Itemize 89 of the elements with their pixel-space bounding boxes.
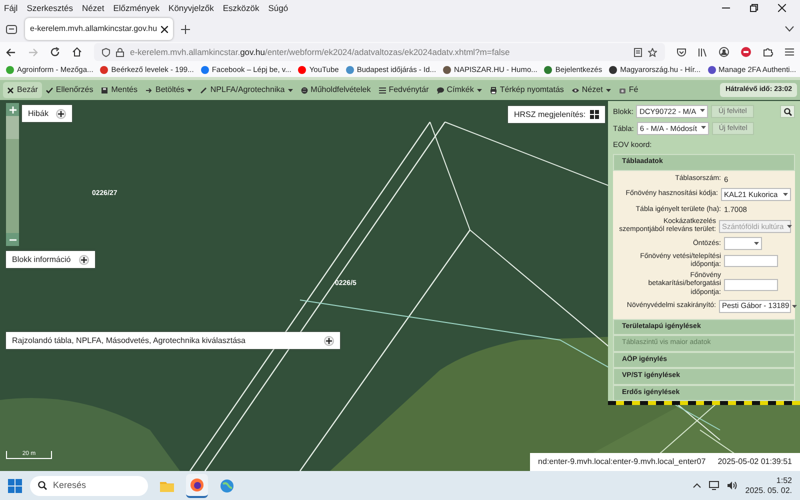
plus-icon[interactable] bbox=[80, 256, 87, 262]
toolbar-button[interactable]: NPLFA/Agrotechnika bbox=[196, 82, 297, 98]
windows-logo-icon[interactable] bbox=[8, 478, 22, 492]
toolbar-button[interactable]: Betöltés bbox=[142, 82, 196, 98]
toolbar-button[interactable]: Fé bbox=[614, 82, 642, 98]
restore-icon[interactable] bbox=[750, 4, 758, 12]
zoom-slider[interactable] bbox=[6, 103, 19, 246]
input-field[interactable] bbox=[724, 255, 778, 268]
network-icon[interactable] bbox=[709, 481, 720, 490]
menu-item[interactable]: Súgó bbox=[268, 2, 288, 14]
chevron-up-icon[interactable] bbox=[693, 483, 702, 488]
taskbar-app[interactable] bbox=[186, 474, 208, 498]
lock-icon bbox=[116, 48, 124, 56]
reload-icon[interactable] bbox=[50, 47, 60, 57]
speaker-icon[interactable] bbox=[727, 481, 738, 490]
panel-title: Rajzolandó tábla, NPLFA, Másodvetés, Agrotechnika kiválasztása bbox=[12, 334, 246, 346]
taskbar-search-field[interactable]: Keresés bbox=[30, 476, 148, 496]
panel-title: Blokk információ bbox=[12, 254, 71, 266]
library-icon[interactable] bbox=[698, 48, 707, 56]
chevron-down-icon[interactable] bbox=[785, 26, 794, 32]
grid-icon[interactable] bbox=[590, 110, 599, 119]
caret-icon bbox=[754, 242, 759, 246]
timestamp: 2025-05-02 01:39:51 bbox=[718, 456, 792, 468]
toolbar-button[interactable]: Műholdfelvételek bbox=[296, 82, 375, 98]
plus-icon[interactable] bbox=[58, 110, 64, 116]
globe-app-icon bbox=[220, 478, 234, 492]
menu-item[interactable]: Nézet bbox=[82, 2, 104, 14]
map-panel[interactable]: Hibák bbox=[22, 105, 72, 122]
pocket-icon[interactable] bbox=[677, 48, 686, 56]
hrsz-toggle[interactable]: HRSZ megjelenítés: bbox=[508, 106, 605, 123]
map-panel[interactable]: Rajzolandó tábla, NPLFA, Másodvetés, Agrotechnika kiválasztása bbox=[6, 332, 340, 349]
caret-icon bbox=[700, 108, 706, 112]
search-icon bbox=[38, 481, 47, 490]
caret-icon bbox=[783, 193, 788, 196]
menu-item[interactable]: Fájl bbox=[4, 2, 18, 14]
caret-icon bbox=[786, 224, 792, 228]
caret-icon bbox=[792, 304, 798, 308]
menu-icon[interactable] bbox=[785, 48, 794, 56]
pencil-icon bbox=[200, 86, 208, 94]
list-icon bbox=[378, 86, 386, 94]
search-icon bbox=[784, 108, 792, 116]
select-field[interactable] bbox=[724, 237, 762, 250]
toolbar-button[interactable]: Címkék bbox=[432, 82, 486, 98]
server-name: nd:enter-9.mvh.local:enter-9.mvh.local_enter07 bbox=[538, 456, 706, 468]
search-button[interactable] bbox=[780, 105, 795, 118]
shield-icon bbox=[102, 48, 110, 56]
star-icon[interactable] bbox=[648, 48, 657, 56]
close-icon[interactable] bbox=[778, 4, 786, 12]
printer-icon bbox=[490, 86, 497, 94]
checkmark-icon bbox=[46, 86, 53, 94]
input-field[interactable] bbox=[724, 278, 778, 290]
firefox-icon bbox=[190, 478, 204, 492]
camera-icon bbox=[618, 86, 626, 94]
toolbar-button[interactable]: Ellenőrzés bbox=[42, 82, 98, 98]
toolbar-button[interactable]: Bezár bbox=[3, 82, 42, 98]
reader-view-icon[interactable] bbox=[634, 48, 642, 56]
browser-tab[interactable]: e-kerelem.mvh.allamkincstar.gov.hu bbox=[25, 18, 174, 40]
toolbar-button[interactable]: Mentés bbox=[97, 82, 142, 98]
tab-list-icon[interactable] bbox=[6, 24, 17, 34]
url-text: e-kerelem.mvh.allamkincstar.gov.hu/enter/webform/ek2024/adatvaltozas/ek2024adatv.xhtml?m=false bbox=[130, 46, 511, 58]
close-icon bbox=[7, 86, 14, 94]
toolbar-button[interactable]: Nézet bbox=[568, 82, 615, 98]
plus-icon[interactable] bbox=[326, 338, 332, 344]
globe-icon bbox=[300, 86, 308, 94]
clock-time[interactable]: 1:52 bbox=[745, 476, 792, 486]
panel-title: Hibák bbox=[28, 108, 48, 120]
speech-bubble-icon bbox=[436, 86, 444, 94]
extension-badge-icon[interactable] bbox=[741, 47, 751, 57]
clock-date[interactable]: 2025. 05. 02. bbox=[745, 486, 792, 496]
menu-item[interactable]: Könyvjelzők bbox=[168, 2, 214, 14]
toolbar-button[interactable]: Fedvénytár bbox=[374, 82, 433, 98]
caret-icon bbox=[700, 126, 706, 129]
menu-item[interactable]: Szerkesztés bbox=[26, 2, 73, 14]
zoom-in-icon[interactable] bbox=[8, 106, 16, 114]
address-bar[interactable]: e-kerelem.mvh.allamkincstar.gov.hu/enter/webform/ek2024/adatvaltozas/ek2024adatv.xhtml?m=false bbox=[94, 43, 665, 61]
back-icon[interactable] bbox=[6, 48, 16, 56]
map-panel[interactable]: Blokk információ bbox=[6, 251, 95, 268]
close-icon[interactable] bbox=[161, 26, 168, 32]
new-tab-icon[interactable] bbox=[181, 24, 190, 34]
eye-icon bbox=[572, 86, 579, 94]
puzzle-icon[interactable] bbox=[763, 47, 773, 57]
tab-title: e-kerelem.mvh.allamkincstar.gov.hu bbox=[30, 23, 158, 35]
hrsz-label: HRSZ megjelenítés: bbox=[514, 108, 586, 120]
arrow-icon bbox=[146, 86, 152, 94]
menu-item[interactable]: Előzmények bbox=[113, 2, 160, 14]
account-icon[interactable] bbox=[719, 47, 729, 57]
home-icon[interactable] bbox=[72, 47, 82, 57]
menu-item[interactable]: Eszközök bbox=[222, 2, 260, 14]
toolbar-button[interactable]: Térkép nyomtatás bbox=[486, 82, 568, 98]
